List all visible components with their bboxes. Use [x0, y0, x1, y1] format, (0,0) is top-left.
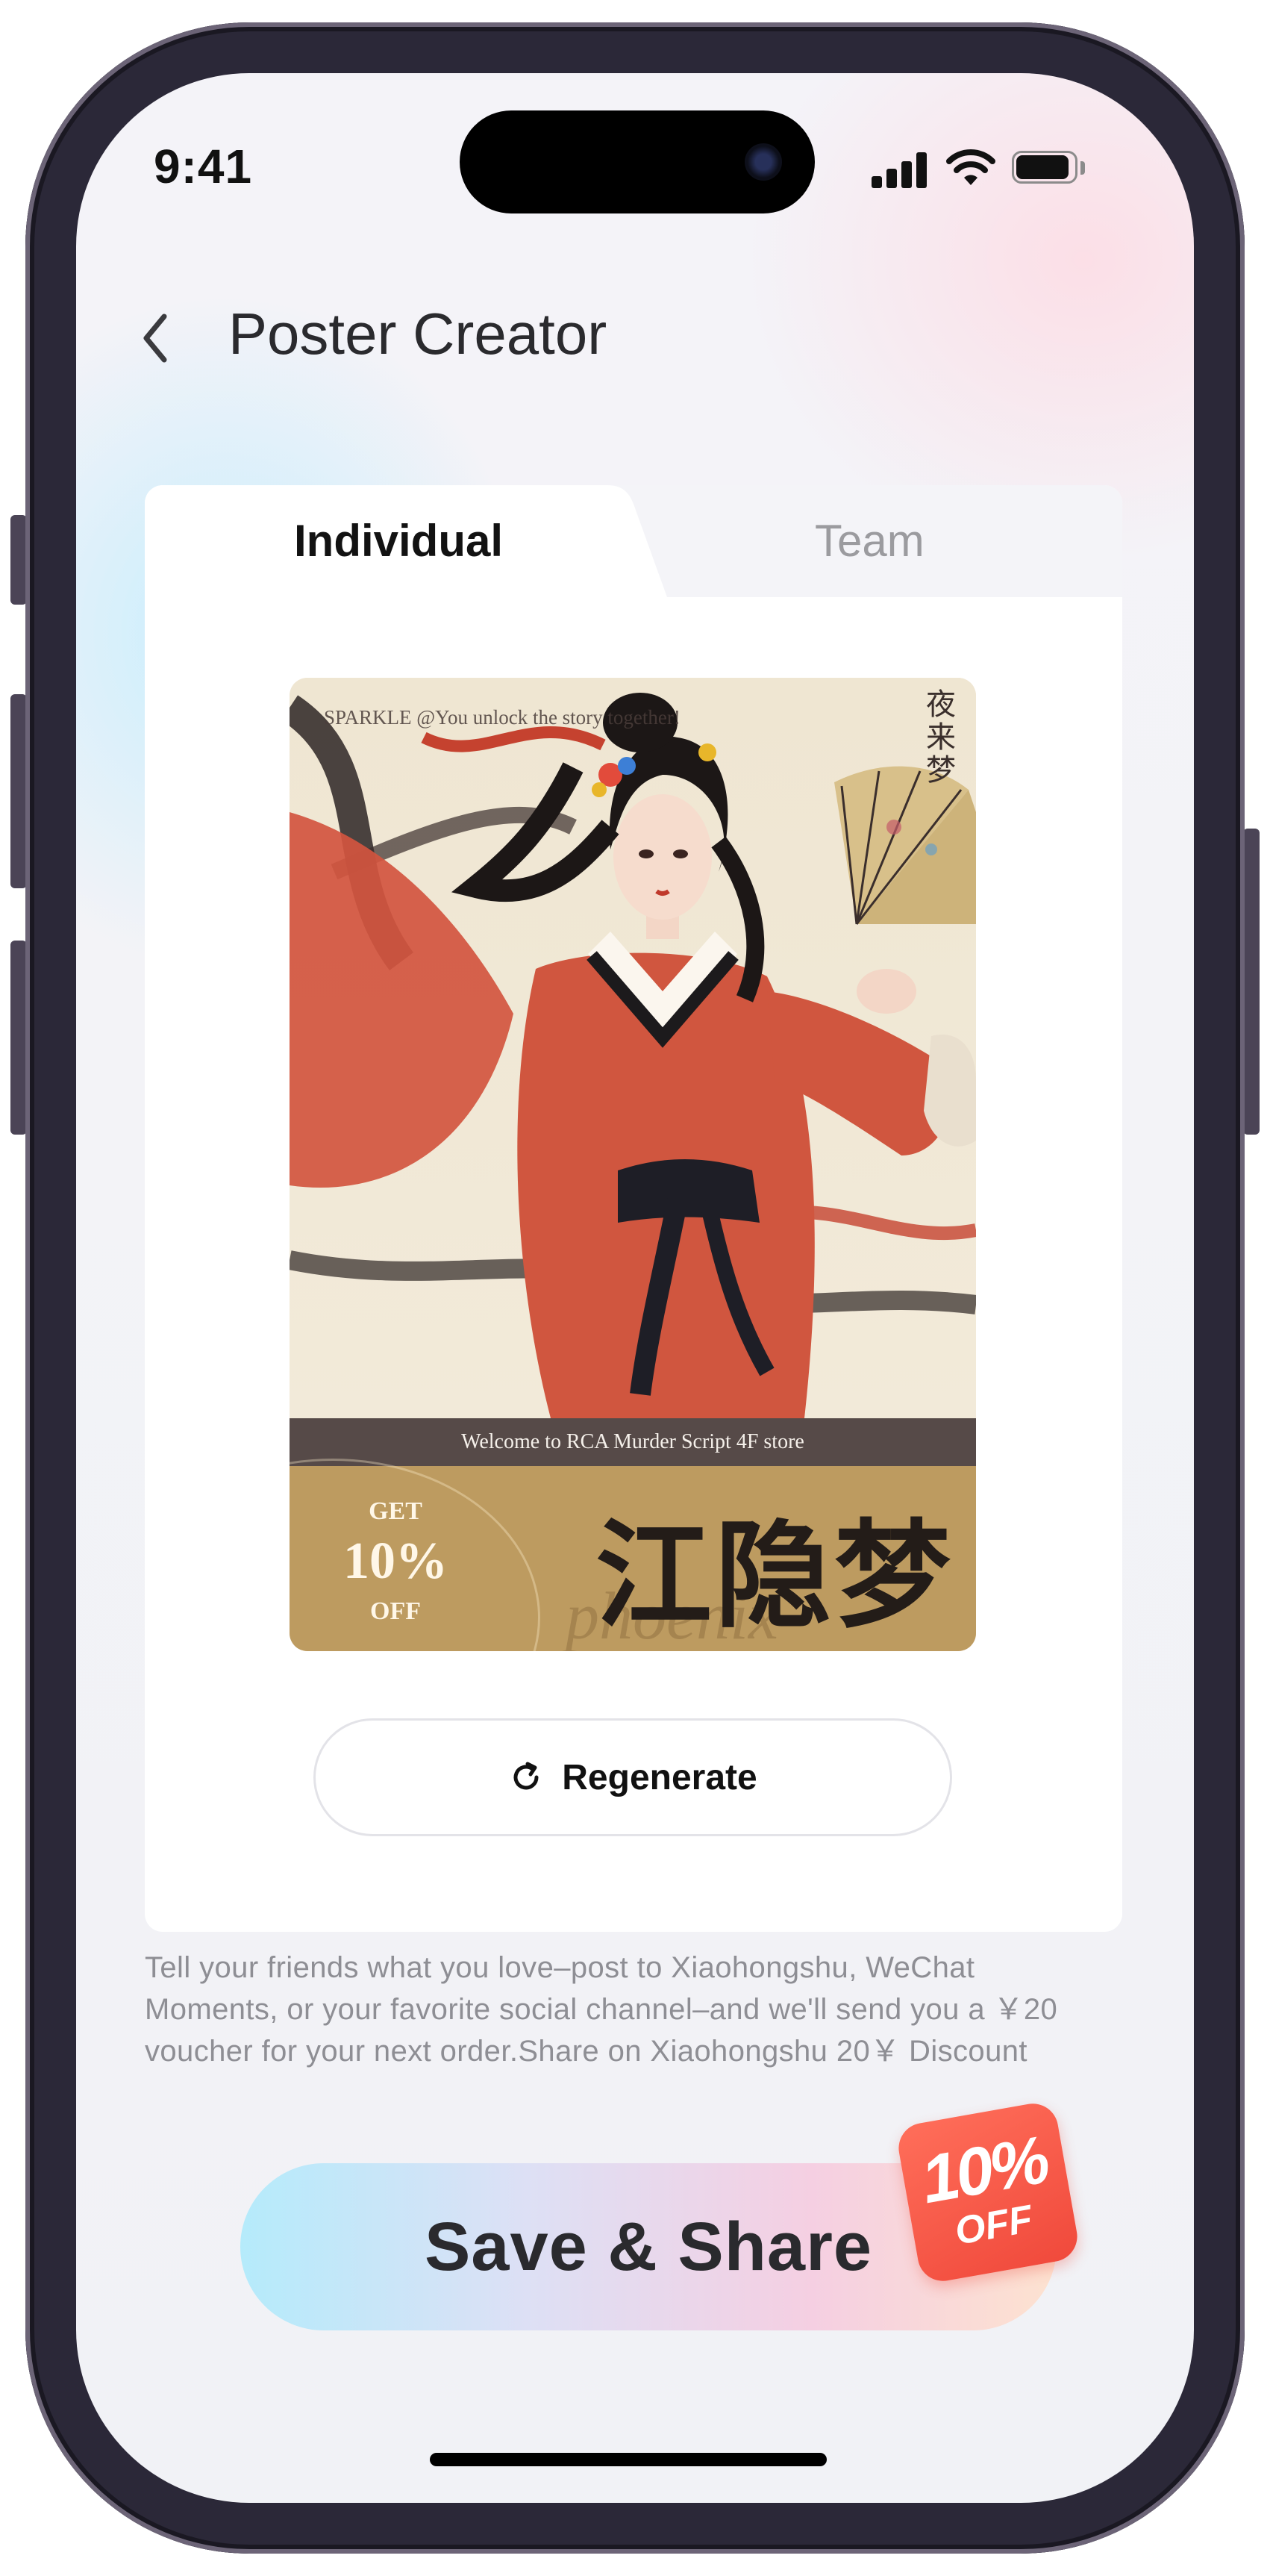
back-chevron-icon[interactable]	[140, 312, 170, 364]
share-description: Tell your friends what you love–post to …	[145, 1951, 1058, 2068]
regenerate-button[interactable]: Regenerate	[313, 1718, 952, 1836]
promo-off-text: OFF	[370, 1597, 421, 1625]
tab-bar: Individual Team	[145, 485, 1122, 597]
volume-up-button	[10, 694, 27, 888]
phone-screen: 9:41 Poster Creator Individual Team SPAR…	[76, 73, 1194, 2503]
front-camera	[745, 143, 782, 181]
poster-preview: SPARKLE @You unlock the story together! …	[290, 678, 976, 1651]
battery-icon	[1012, 151, 1089, 187]
poster-watermark-text: SPARKLE @You unlock the story together!	[324, 706, 681, 729]
poster-seal-text: 夜来梦	[926, 687, 956, 787]
poster-illustration	[290, 678, 976, 1418]
silent-switch	[10, 515, 27, 605]
page-title: Poster Creator	[228, 301, 607, 367]
discount-badge: 10% OFF	[895, 2099, 1081, 2286]
home-indicator[interactable]	[430, 2453, 827, 2466]
regenerate-label: Regenerate	[562, 1757, 757, 1797]
dynamic-island	[460, 110, 815, 213]
cellular-signal-icon	[872, 151, 930, 188]
refresh-icon	[513, 1762, 539, 1790]
promo-get-text: GET	[369, 1497, 422, 1525]
status-time: 9:41	[154, 140, 253, 193]
promo-discount-percent: 10%	[343, 1532, 448, 1590]
poster-promo-section: phoenix GET 10% OFF 江隐梦	[290, 1459, 976, 1651]
tab-individual[interactable]: Individual	[294, 515, 503, 567]
promo-calligraphy-title: 江隐梦	[595, 1507, 954, 1644]
volume-down-button	[10, 941, 27, 1135]
save-share-label: Save & Share	[424, 2208, 873, 2285]
poster-welcome-bar: Welcome to RCA Murder Script 4F store	[290, 1418, 976, 1466]
tab-team[interactable]: Team	[815, 515, 925, 567]
power-button	[1243, 829, 1260, 1135]
poster-card: Individual Team SPARKLE @You unlock the …	[145, 485, 1122, 1932]
wifi-icon	[946, 149, 995, 185]
